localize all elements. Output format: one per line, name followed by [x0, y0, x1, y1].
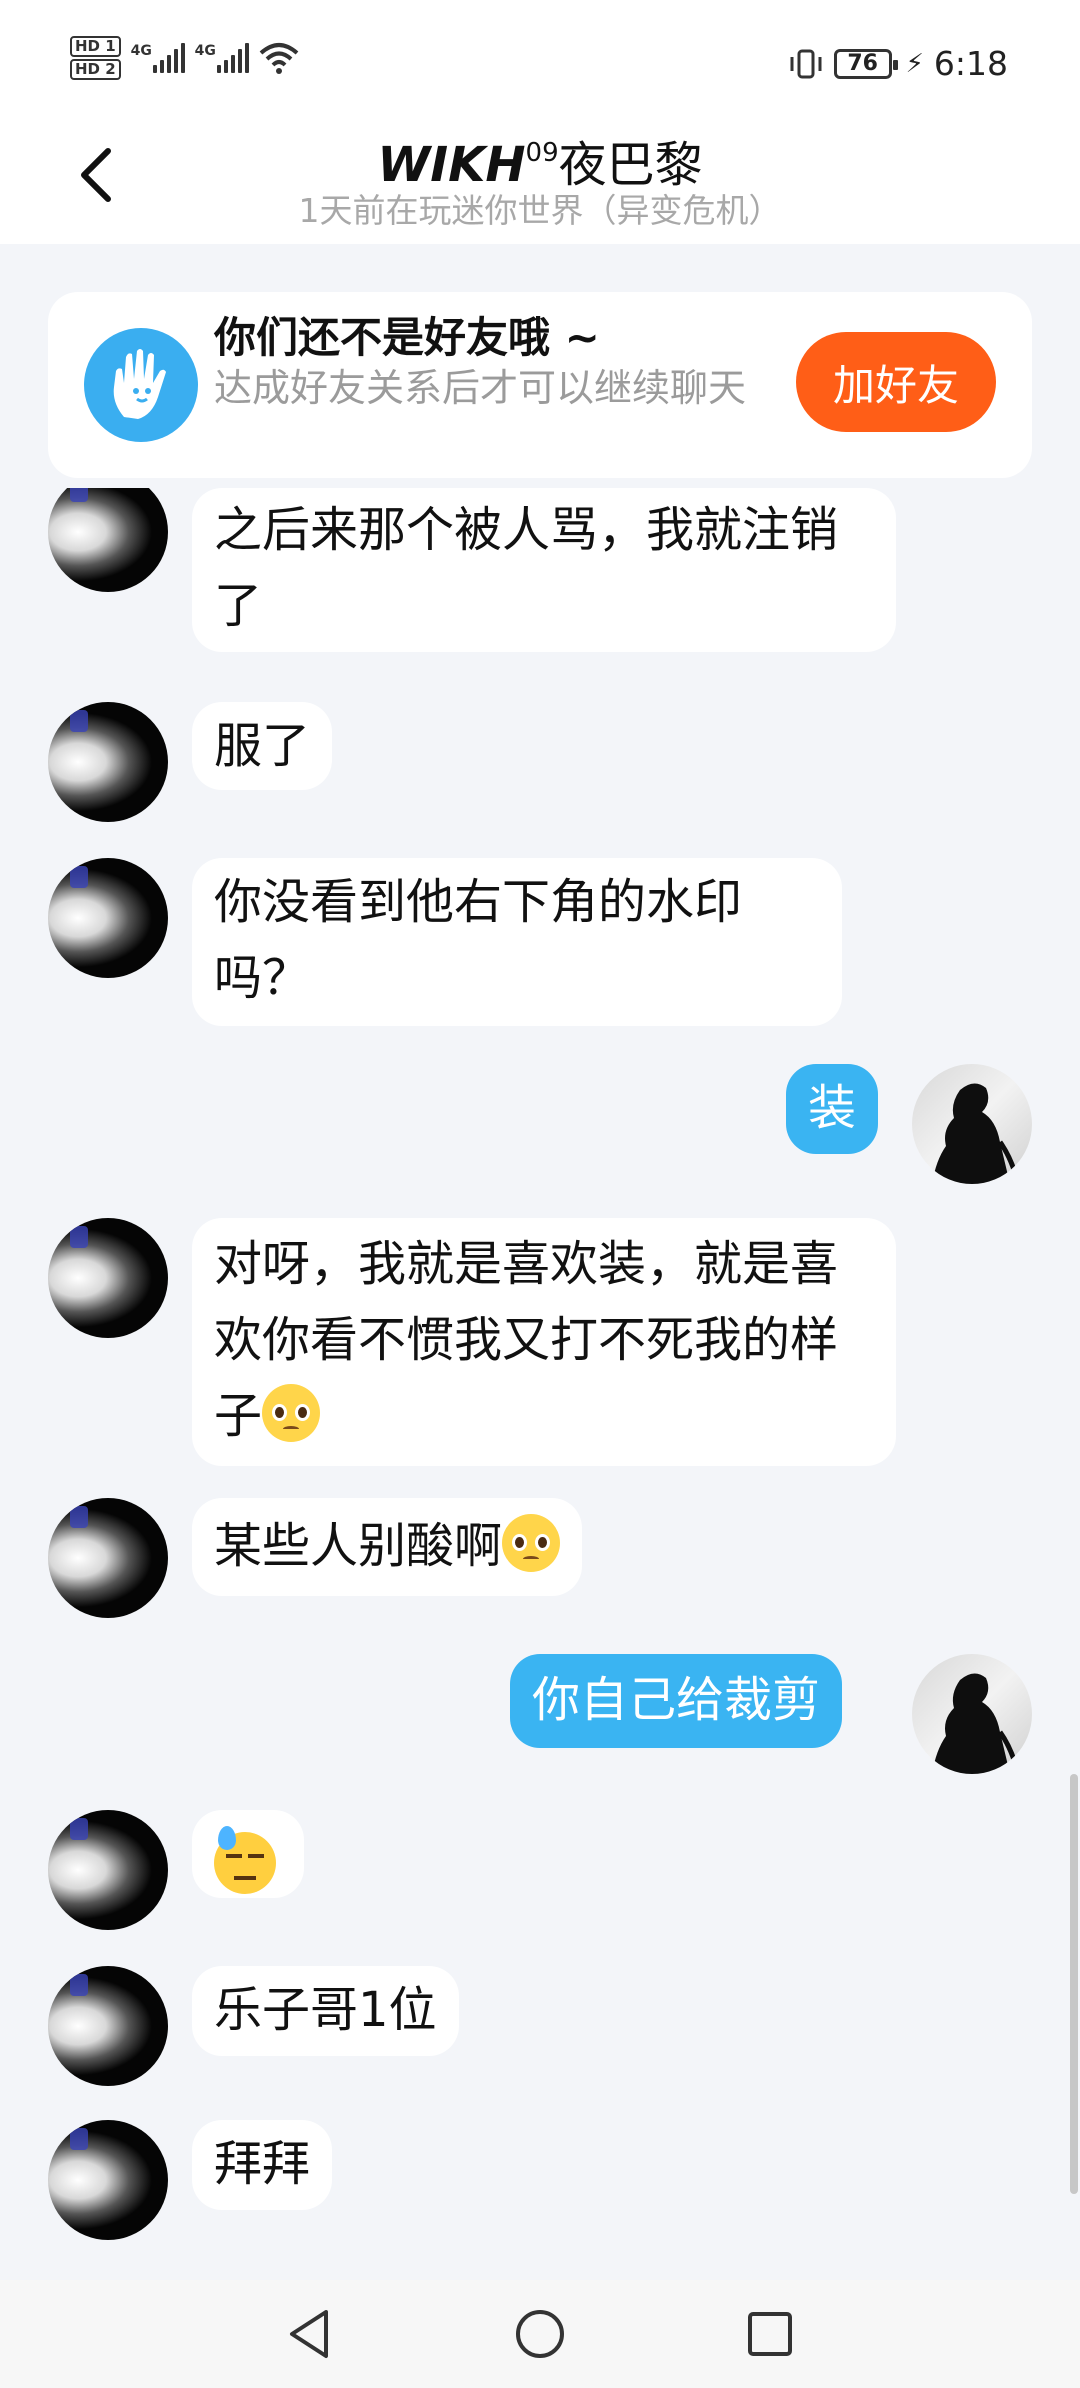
message-bubble[interactable]	[192, 1810, 304, 1898]
message-bubble[interactable]: 拜拜	[192, 2120, 333, 2210]
message-bubble[interactable]: 某些人别酸啊	[192, 1498, 583, 1596]
message-text: 之后来那个被人骂，我就注销了	[214, 502, 839, 634]
network-type: 4G	[194, 43, 216, 59]
banner-title: 你们还不是好友哦 ~	[214, 313, 600, 362]
battery-icon: 76	[833, 48, 898, 79]
chat-screen: HD 1 HD 2 4G 4G 76 ⚡ 6:18 WIKH09夜巴黎 1天前在…	[0, 0, 1080, 2388]
avatar[interactable]	[48, 858, 168, 978]
hd-icon: HD 1 HD 2	[70, 36, 121, 80]
message-bubble[interactable]: 之后来那个被人骂，我就注销了	[192, 488, 896, 652]
friend-request-banner: 你们还不是好友哦 ~ 达成好友关系后才可以继续聊天 加好友	[48, 292, 1032, 478]
message-text: 你自己给裁剪	[532, 1672, 821, 1728]
avatar[interactable]	[48, 1810, 168, 1930]
system-nav-bar	[0, 2280, 1080, 2388]
message-text: 某些人别酸啊	[214, 1518, 503, 1574]
avatar[interactable]	[48, 2120, 168, 2240]
message-bubble[interactable]: 对呀，我就是喜欢装，就是喜欢你看不惯我又打不死我的样子	[192, 1218, 896, 1466]
message-bubble-outgoing[interactable]: 装	[786, 1064, 879, 1154]
back-triangle-icon	[290, 2310, 328, 2358]
message-text: 装	[808, 1080, 857, 1136]
message-text: 乐子哥1位	[214, 1982, 437, 2038]
pleading-face-icon	[262, 1384, 321, 1442]
avatar[interactable]	[48, 702, 168, 822]
status-right: 76 ⚡ 6:18	[788, 44, 1008, 83]
scrollbar[interactable]	[1070, 1774, 1078, 2194]
message-bubble-outgoing[interactable]: 你自己给裁剪	[510, 1654, 843, 1748]
avatar[interactable]	[48, 488, 168, 592]
nav-recents-button[interactable]	[730, 2298, 810, 2370]
message-text: 拜拜	[214, 2136, 311, 2192]
hd1-badge: HD 1	[70, 36, 121, 57]
my-avatar[interactable]	[912, 1064, 1032, 1184]
message-text: 服了	[214, 718, 311, 774]
nav-home-button[interactable]	[500, 2298, 580, 2370]
nav-back-button[interactable]	[270, 2298, 350, 2370]
message-text: 你没看到他右下角的水印吗？	[214, 874, 743, 1006]
avatar[interactable]	[48, 1218, 168, 1338]
network-type: 4G	[130, 43, 152, 59]
banner-description: 达成好友关系后才可以继续聊天	[214, 366, 747, 410]
clock: 6:18	[933, 44, 1008, 83]
recents-square-icon	[748, 2312, 792, 2356]
message-bubble[interactable]: 服了	[192, 702, 333, 790]
my-avatar[interactable]	[912, 1654, 1032, 1774]
message-bubble[interactable]: 乐子哥1位	[192, 1966, 459, 2056]
home-circle-icon	[516, 2310, 564, 2358]
add-friend-button[interactable]: 加好友	[796, 332, 996, 432]
downcast-sweat-face-icon	[214, 1826, 276, 1894]
avatar[interactable]	[48, 1498, 168, 1618]
avatar[interactable]	[48, 1966, 168, 2086]
title-superscript: 09	[525, 138, 559, 168]
signal-icon: 4G	[195, 43, 249, 73]
status-bar: HD 1 HD 2 4G 4G 76 ⚡ 6:18	[0, 0, 1080, 120]
message-bubble[interactable]: 你没看到他右下角的水印吗？	[192, 858, 842, 1026]
message-list[interactable]: 之后来那个被人骂，我就注销了 服了 你没看到他右下角的水印吗？ 装 对呀，我就是…	[0, 488, 1080, 2280]
hd2-badge: HD 2	[70, 59, 121, 80]
vibrate-icon	[790, 49, 822, 78]
battery-level: 76	[847, 51, 878, 76]
charging-icon: ⚡	[905, 48, 924, 79]
status-left: HD 1 HD 2 4G 4G	[70, 36, 299, 80]
signal-icon: 4G	[131, 43, 185, 73]
presence-status: 1天前在玩迷你世界（异变危机）	[298, 191, 782, 230]
chat-header: WIKH09夜巴黎 1天前在玩迷你世界（异变危机）	[0, 120, 1080, 244]
wifi-icon	[259, 43, 298, 74]
pleading-face-icon	[502, 1514, 561, 1572]
hand-wave-icon	[84, 328, 198, 442]
